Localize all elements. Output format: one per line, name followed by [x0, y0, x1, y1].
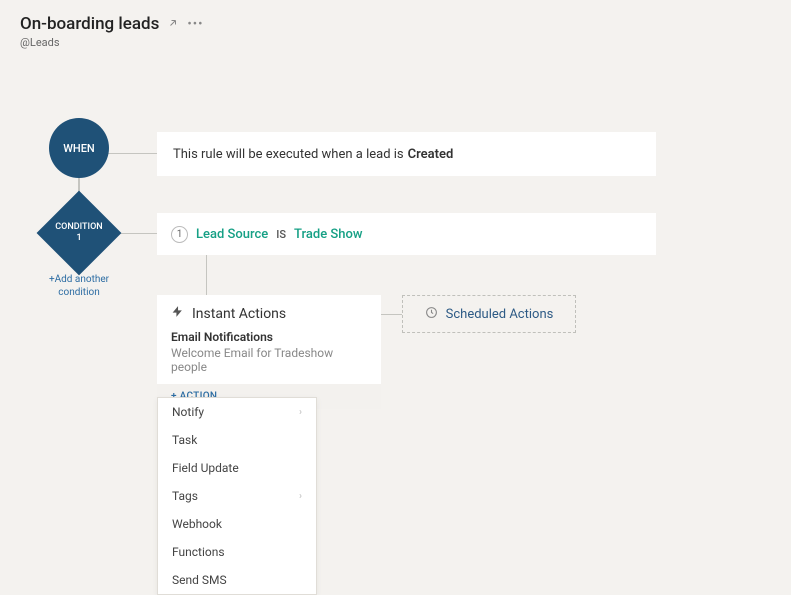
external-link-icon[interactable] — [167, 17, 179, 32]
condition-field[interactable]: Lead Source — [196, 227, 268, 242]
lightning-icon — [171, 305, 184, 322]
connector-line — [380, 314, 402, 315]
dropdown-item-label: Field Update — [172, 461, 239, 475]
dropdown-item[interactable]: Notify › — [158, 398, 316, 426]
dropdown-item[interactable]: Send SMS — [158, 566, 316, 594]
when-label: WHEN — [63, 142, 95, 155]
dropdown-item-label: Task — [172, 433, 197, 447]
when-node[interactable]: WHEN — [49, 118, 109, 178]
dropdown-item[interactable]: Tags › — [158, 482, 316, 510]
when-trigger-card[interactable]: This rule will be executed when a lead i… — [157, 132, 656, 176]
condition-step-badge: 1 — [171, 226, 188, 243]
connector-line — [108, 153, 158, 154]
condition-label: CONDITION — [55, 222, 102, 233]
condition-node[interactable]: CONDITION 1 — [49, 203, 109, 263]
connector-line — [119, 233, 158, 234]
instant-section-label: Email Notifications — [157, 330, 381, 346]
dropdown-item-label: Tags — [172, 489, 198, 503]
scheduled-actions-label: Scheduled Actions — [446, 307, 554, 322]
dropdown-item-label: Notify — [172, 405, 204, 419]
chevron-right-icon: › — [299, 407, 302, 418]
condition-value[interactable]: Trade Show — [294, 227, 362, 242]
condition-operator: IS — [276, 228, 286, 241]
page-title: On-boarding leads — [20, 14, 159, 34]
scheduled-actions-card[interactable]: Scheduled Actions — [402, 295, 576, 333]
dropdown-item[interactable]: Field Update — [158, 454, 316, 482]
instant-action-item[interactable]: Welcome Email for Tradeshow people — [157, 346, 381, 384]
dropdown-item-label: Functions — [172, 545, 225, 559]
condition-card[interactable]: 1 Lead Source IS Trade Show — [157, 213, 656, 255]
dropdown-item[interactable]: Webhook — [158, 510, 316, 538]
when-trigger: Created — [408, 147, 454, 162]
chevron-right-icon: › — [299, 491, 302, 502]
action-dropdown: Notify › Task Field Update Tags › Webhook Funct… — [157, 397, 317, 595]
more-icon[interactable]: ••• — [187, 17, 203, 32]
add-condition-link[interactable]: +Add another condition — [47, 273, 111, 299]
module-subtitle: @Leads — [20, 36, 771, 49]
clock-icon — [425, 306, 438, 323]
dropdown-item[interactable]: Functions — [158, 538, 316, 566]
page-header: On-boarding leads ••• @Leads — [0, 0, 791, 55]
condition-number: 1 — [76, 233, 81, 244]
dropdown-item-label: Send SMS — [172, 573, 227, 587]
when-text: This rule will be executed when a lead i… — [173, 147, 404, 162]
instant-actions-title: Instant Actions — [192, 306, 286, 322]
dropdown-item-label: Webhook — [172, 517, 222, 531]
connector-line — [206, 255, 207, 295]
instant-actions-card: Instant Actions Email Notifications Welc… — [157, 295, 381, 409]
dropdown-item[interactable]: Task — [158, 426, 316, 454]
